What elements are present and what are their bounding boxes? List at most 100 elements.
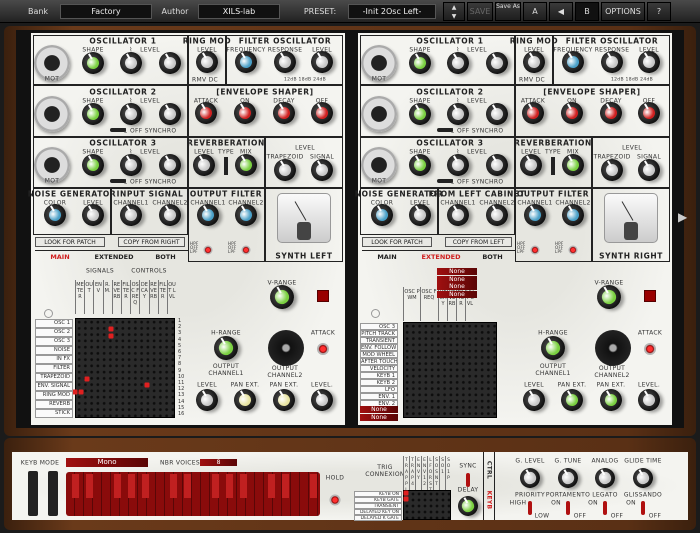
black-key[interactable] [170, 474, 177, 498]
b-button[interactable]: B [575, 2, 599, 21]
look-for-patch-button[interactable]: LOOK FOR PATCH [362, 237, 432, 247]
synchro-switch[interactable] [110, 128, 126, 132]
a-button[interactable]: A [523, 2, 547, 21]
output-filter-title: OUTPUT FILTER [516, 189, 590, 199]
type-label: TYPE [545, 148, 561, 156]
trig-matrix[interactable] [403, 490, 451, 520]
trig-pin[interactable] [403, 496, 409, 502]
hpf-switch-label: HPF OFF LPF [190, 241, 199, 254]
tab-main[interactable]: MAIN [362, 250, 412, 262]
black-key[interactable] [114, 474, 121, 498]
pan-label: PAN EXT. [230, 381, 260, 389]
portamento-toggle[interactable] [566, 501, 570, 515]
power-button[interactable] [317, 290, 329, 302]
reverb-type-switch[interactable] [224, 157, 228, 175]
look-for-patch-button[interactable]: LOOK FOR PATCH [35, 237, 105, 247]
tab-extended[interactable]: EXTENDED [412, 250, 470, 262]
vu-knob[interactable] [297, 222, 311, 240]
tab-both[interactable]: BOTH [470, 250, 515, 262]
vu-knob[interactable] [624, 222, 638, 240]
voices-select[interactable]: 8 [200, 459, 237, 466]
destination-select[interactable]: None [437, 283, 477, 290]
matrix-column-header: REVERB [111, 280, 121, 314]
hpf-switch-1[interactable] [530, 245, 540, 255]
black-key[interactable] [212, 474, 219, 498]
power-button[interactable] [644, 290, 656, 302]
mod-wheel[interactable] [48, 471, 58, 516]
tab-both[interactable]: BOTH [143, 250, 188, 262]
copy-button[interactable]: COPY FROM LEFT [445, 237, 512, 247]
trig-pin[interactable] [403, 490, 409, 496]
source-select[interactable]: None [360, 406, 398, 413]
matrix-pin[interactable] [78, 389, 84, 395]
mod-matrix-main[interactable] [75, 318, 175, 418]
black-key[interactable] [184, 474, 191, 498]
tab-extended[interactable]: EXTENDED [85, 250, 143, 262]
matrix-pin[interactable] [84, 376, 90, 382]
osc2-title: OSCILLATOR 2 [89, 87, 157, 97]
nbr-voices-label: NBR VOICES [160, 459, 200, 467]
attack-label: ATTACK [637, 329, 663, 337]
zoom-icon[interactable] [44, 309, 53, 318]
preset-select[interactable]: -Init 2Osc Left- [348, 4, 436, 19]
black-key[interactable] [310, 474, 317, 498]
synchro-switch[interactable] [437, 179, 453, 183]
level-label: LEVEL [467, 97, 487, 105]
black-key[interactable] [86, 474, 93, 498]
octave-dial[interactable] [361, 96, 397, 132]
matrix-pin[interactable] [108, 333, 114, 339]
reverb-type-switch[interactable] [551, 157, 555, 175]
synchro-switch[interactable] [437, 128, 453, 132]
matrix-pin[interactable] [72, 389, 78, 395]
author-select[interactable]: XILS-lab [198, 4, 280, 19]
destination-select[interactable]: None [437, 290, 477, 298]
black-key[interactable] [72, 474, 79, 498]
glide-label: GLIDE TIME [624, 457, 662, 465]
sync-toggle[interactable] [466, 473, 470, 487]
destination-select[interactable]: None [437, 275, 477, 283]
mod-matrix-extended[interactable] [403, 322, 497, 418]
preset-up-down-arrows[interactable]: ▲ ▼ [443, 2, 465, 21]
output-jack[interactable] [595, 330, 631, 366]
hpf-switch-2[interactable] [568, 245, 578, 255]
save-button[interactable]: SAVE [467, 2, 493, 21]
tab-main[interactable]: MAIN [35, 250, 85, 262]
hpf-switch-2[interactable] [241, 245, 251, 255]
black-key[interactable] [226, 474, 233, 498]
black-key[interactable] [128, 474, 135, 498]
hpf-switch-1[interactable] [203, 245, 213, 255]
matrix-pin[interactable] [144, 382, 150, 388]
noise-title: NOISE GENERATOR [27, 189, 117, 199]
black-key[interactable] [282, 474, 289, 498]
legato-toggle[interactable] [603, 501, 607, 515]
matrix-pin[interactable] [108, 326, 114, 332]
synchro-switch[interactable] [110, 179, 126, 183]
options-button[interactable]: OPTIONS [601, 2, 645, 21]
hold-button[interactable] [329, 494, 341, 506]
copy-arrow-button[interactable]: ◀ [549, 2, 573, 21]
zoom-icon[interactable] [371, 309, 380, 318]
matrix-column-header: OUT LVL [167, 280, 176, 314]
bank-label[interactable]: Bank [28, 7, 48, 16]
pitch-wheel[interactable] [28, 471, 38, 516]
source-select[interactable]: None [360, 413, 398, 421]
copy-button[interactable]: COPY FROM RIGHT [118, 237, 185, 247]
side-arrow-icon[interactable]: ▶ [678, 210, 687, 224]
bank-select[interactable]: Factory [60, 4, 152, 19]
pan-label: PAN EXT. [596, 381, 626, 389]
help-button[interactable]: ? [647, 2, 671, 21]
level-label: LEVEL [295, 144, 315, 152]
black-key[interactable] [268, 474, 275, 498]
keyb-mode-select[interactable]: Mono [66, 458, 148, 467]
black-key[interactable] [142, 474, 149, 498]
author-label[interactable]: Author [162, 7, 189, 16]
matrix-column-header: METER [75, 280, 84, 314]
matrix-row-label: IN FX [35, 355, 73, 364]
black-key[interactable] [240, 474, 247, 498]
output-jack[interactable] [268, 330, 304, 366]
glissando-toggle[interactable] [641, 501, 645, 515]
octave-dial[interactable] [34, 96, 70, 132]
destination-select[interactable]: None [437, 268, 477, 275]
save-as-button[interactable]: Save As [495, 2, 521, 21]
priority-toggle[interactable] [528, 501, 532, 515]
